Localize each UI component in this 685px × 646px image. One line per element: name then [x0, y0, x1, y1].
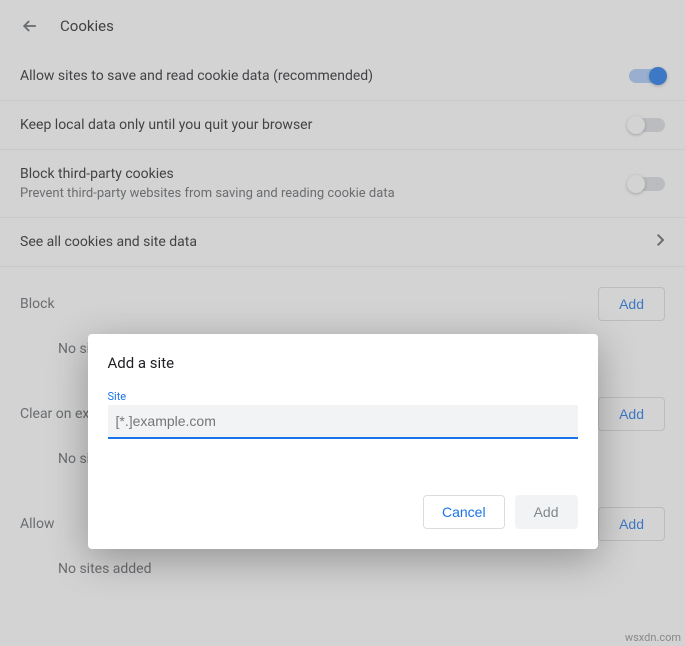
site-field-label: Site [108, 390, 578, 403]
dialog-actions: Cancel Add [108, 495, 578, 529]
confirm-add-button[interactable]: Add [515, 495, 578, 529]
add-site-dialog: Add a site Site Cancel Add [88, 334, 598, 549]
watermark-text: wsxdn.com [625, 631, 681, 644]
dialog-title: Add a site [108, 354, 578, 372]
cancel-button[interactable]: Cancel [423, 495, 505, 529]
modal-overlay[interactable]: Add a site Site Cancel Add [0, 0, 685, 646]
site-input[interactable] [108, 405, 578, 439]
